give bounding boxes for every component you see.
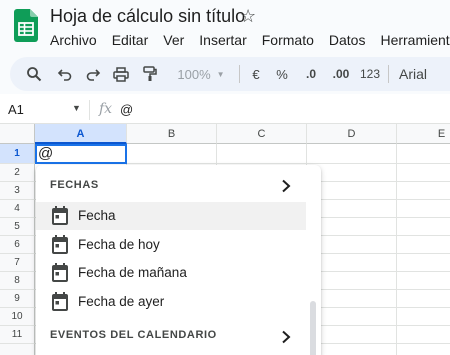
paint-format-icon[interactable] <box>138 57 162 91</box>
menu-herramientas[interactable]: Herramientas <box>380 31 450 51</box>
dropdown-item-label: Fecha <box>78 208 116 223</box>
row-header-5[interactable]: 5 <box>0 218 35 236</box>
column-header-c[interactable]: C <box>217 124 307 144</box>
toolbar: 100% ▼ € % .0 .00 123 Arial <box>10 57 450 91</box>
row-header-1[interactable]: 1 <box>0 144 35 164</box>
document-title[interactable]: Hoja de cálculo sin título <box>50 6 245 27</box>
search-icon[interactable] <box>22 57 46 91</box>
currency-format-button[interactable]: € <box>246 57 266 91</box>
toolbar-area: 100% ▼ € % .0 .00 123 Arial <box>0 56 450 94</box>
formula-bar: A1 ▼ fx @ <box>0 96 450 124</box>
calendar-icon <box>52 235 68 254</box>
menu-editar[interactable]: Editar <box>112 31 149 51</box>
row-header-4[interactable]: 4 <box>0 200 35 218</box>
column-header-b[interactable]: B <box>127 124 217 144</box>
row-header-8[interactable]: 8 <box>0 272 35 290</box>
calendar-icon <box>52 263 68 282</box>
column-header-e[interactable]: E <box>397 124 450 144</box>
dropdown-item-fecha-de-ayer[interactable]: Fecha de ayer <box>36 288 306 316</box>
decrease-decimals-button[interactable]: .0 <box>300 57 322 91</box>
column-header-d[interactable]: D <box>307 124 397 144</box>
fx-icon: fx <box>99 101 113 117</box>
row-header-2[interactable]: 2 <box>0 164 35 182</box>
menu-ver[interactable]: Ver <box>163 31 184 51</box>
increase-decimals-button[interactable]: .00 <box>328 57 354 91</box>
section-calendar-events[interactable]: EVENTOS DEL CALENDARIO <box>36 323 321 355</box>
percent-format-button[interactable]: % <box>272 57 292 91</box>
menu-bar: Archivo Editar Ver Insertar Formato Dato… <box>50 31 450 51</box>
row-header-10[interactable]: 10 <box>0 308 35 326</box>
toolbar-divider <box>239 65 240 83</box>
formula-input[interactable]: @ <box>120 102 133 117</box>
dropdown-item-fecha[interactable]: Fecha <box>36 202 306 230</box>
star-icon[interactable]: ☆ <box>240 5 256 27</box>
dropdown-scrollbar[interactable] <box>310 301 316 355</box>
column-header-a[interactable]: A <box>35 124 127 144</box>
menu-insertar[interactable]: Insertar <box>199 31 246 51</box>
name-box[interactable]: A1 <box>8 102 24 117</box>
dropdown-item-fecha-de-manana[interactable]: Fecha de mañana <box>36 259 306 287</box>
menu-archivo[interactable]: Archivo <box>50 31 97 51</box>
menu-formato[interactable]: Formato <box>262 31 314 51</box>
increase-decimals-label: .00 <box>332 67 350 81</box>
font-family-select[interactable]: Arial <box>397 57 429 91</box>
row-header-7[interactable]: 7 <box>0 254 35 272</box>
section-dates-label: FECHAS <box>50 179 99 191</box>
active-cell-a1[interactable]: @ <box>35 144 127 164</box>
decrease-decimals-label: .0 <box>305 67 316 81</box>
select-all-corner[interactable] <box>0 124 35 144</box>
grid-line <box>396 144 397 355</box>
chevron-right-icon <box>282 330 291 344</box>
formula-bar-divider <box>89 100 90 120</box>
row-header-6[interactable]: 6 <box>0 236 35 254</box>
chevron-down-icon: ▼ <box>216 69 225 79</box>
row-header-12[interactable] <box>0 344 35 355</box>
print-icon[interactable] <box>109 57 133 91</box>
dropdown-item-label: Fecha de hoy <box>78 237 160 252</box>
undo-icon[interactable] <box>53 57 77 91</box>
dropdown-item-fecha-de-hoy[interactable]: Fecha de hoy <box>36 231 306 259</box>
row-header-11[interactable]: 11 <box>0 326 35 344</box>
dropdown-item-label: Fecha de mañana <box>78 265 187 280</box>
calendar-icon <box>52 292 68 311</box>
redo-icon[interactable] <box>81 57 105 91</box>
calendar-icon <box>52 206 68 225</box>
section-calendar-label: EVENTOS DEL CALENDARIO <box>50 329 217 341</box>
dropdown-item-label: Fecha de ayer <box>78 294 165 309</box>
number-format-button[interactable]: 123 <box>358 57 382 91</box>
zoom-value: 100% <box>177 66 211 82</box>
toolbar-divider <box>388 65 389 83</box>
smart-chip-dropdown: FECHAS Fecha Fecha de hoy Fecha de mañan… <box>36 165 321 355</box>
app-header: Hoja de cálculo sin título ☆ Archivo Edi… <box>0 0 450 56</box>
menu-datos[interactable]: Datos <box>329 31 366 51</box>
row-header-3[interactable]: 3 <box>0 182 35 200</box>
chevron-right-icon <box>282 179 291 193</box>
sheets-logo-icon[interactable] <box>14 9 38 42</box>
row-header-9[interactable]: 9 <box>0 290 35 308</box>
zoom-select[interactable]: 100% ▼ <box>170 57 232 91</box>
chevron-down-icon[interactable]: ▼ <box>72 103 81 113</box>
